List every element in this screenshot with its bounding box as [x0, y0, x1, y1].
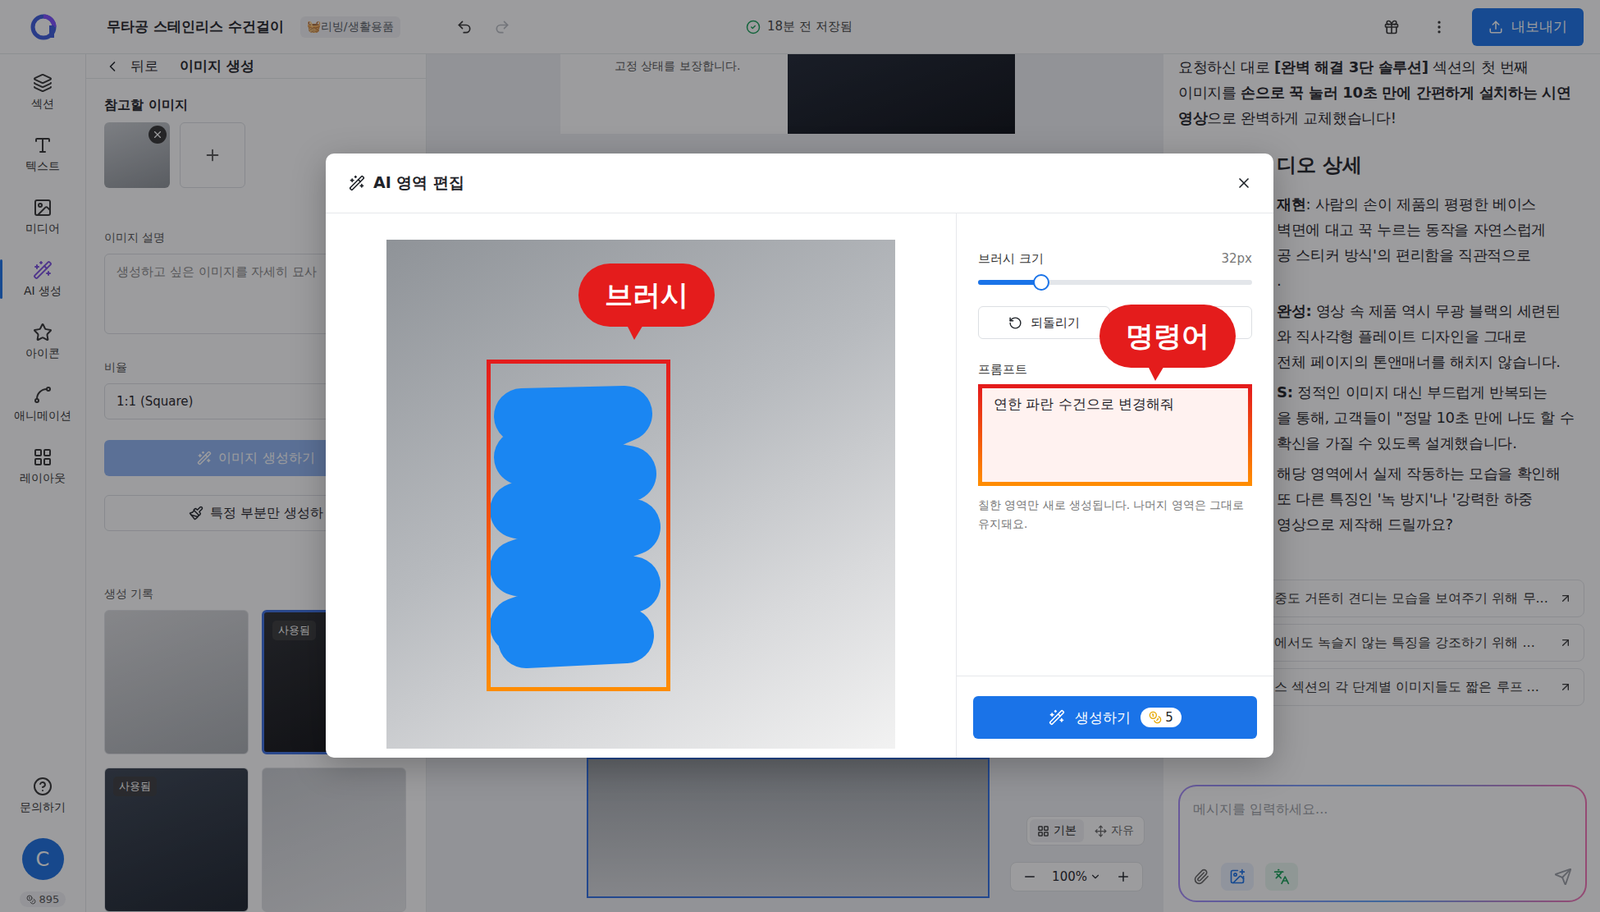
wand-icon — [1048, 708, 1066, 726]
modal-title: AI 영역 편집 — [373, 172, 1228, 194]
editor-page: 무타공 스테인리스 수건걸이🧺리빙/생활용품18분 전 저장됨내보내기섹션텍스트… — [0, 0, 1600, 912]
undo-icon — [1008, 315, 1023, 330]
close-icon[interactable] — [1235, 174, 1253, 192]
prompt-annotation: 명령어 — [1099, 304, 1236, 368]
brush-size-row: 브러시 크기 32px — [978, 251, 1253, 267]
controls-top: 브러시 크기32px되돌리기명령어프롬프트연한 파란 수건으로 변경해줘칠한 영… — [956, 213, 1274, 676]
slider-knob[interactable] — [1033, 274, 1050, 291]
prompt-input[interactable]: 연한 파란 수건으로 변경해줘 — [978, 384, 1253, 486]
modal-footer: 생성하기 5 — [956, 675, 1274, 758]
brush-size-value: 32px — [1221, 251, 1253, 267]
edit-stage: 브러시 — [325, 213, 956, 758]
slider-fill — [978, 279, 1042, 285]
wand-icon — [348, 174, 366, 192]
cost-badge: 5 — [1140, 707, 1182, 727]
undo-mask-button[interactable]: 되돌리기 — [978, 306, 1111, 339]
cost-value: 5 — [1165, 709, 1174, 725]
prompt-helper: 칠한 영역만 새로 생성됩니다. 나머지 영역은 그대로 유지돼요. — [978, 495, 1253, 534]
brush-size-label: 브러시 크기 — [978, 251, 1044, 267]
modal-header: AI 영역 편집 — [325, 153, 1274, 214]
brush-size-slider[interactable] — [978, 279, 1253, 285]
generate-button[interactable]: 생성하기 5 — [973, 695, 1258, 739]
annotation-frame — [486, 359, 671, 691]
generate-label: 생성하기 — [1074, 708, 1131, 727]
coin-icon — [1148, 710, 1162, 724]
ai-region-edit-modal: AI 영역 편집브러시브러시 크기32px되돌리기명령어프롬프트연한 파란 수건… — [325, 153, 1274, 758]
brush-annotation: 브러시 — [578, 263, 715, 327]
edit-controls: 브러시 크기32px되돌리기명령어프롬프트연한 파란 수건으로 변경해줘칠한 영… — [955, 213, 1274, 758]
undo-mask-label: 되돌리기 — [1030, 315, 1080, 331]
modal-body: 브러시브러시 크기32px되돌리기명령어프롬프트연한 파란 수건으로 변경해줘칠… — [325, 213, 1274, 758]
edit-photo[interactable]: 브러시 — [386, 239, 896, 749]
